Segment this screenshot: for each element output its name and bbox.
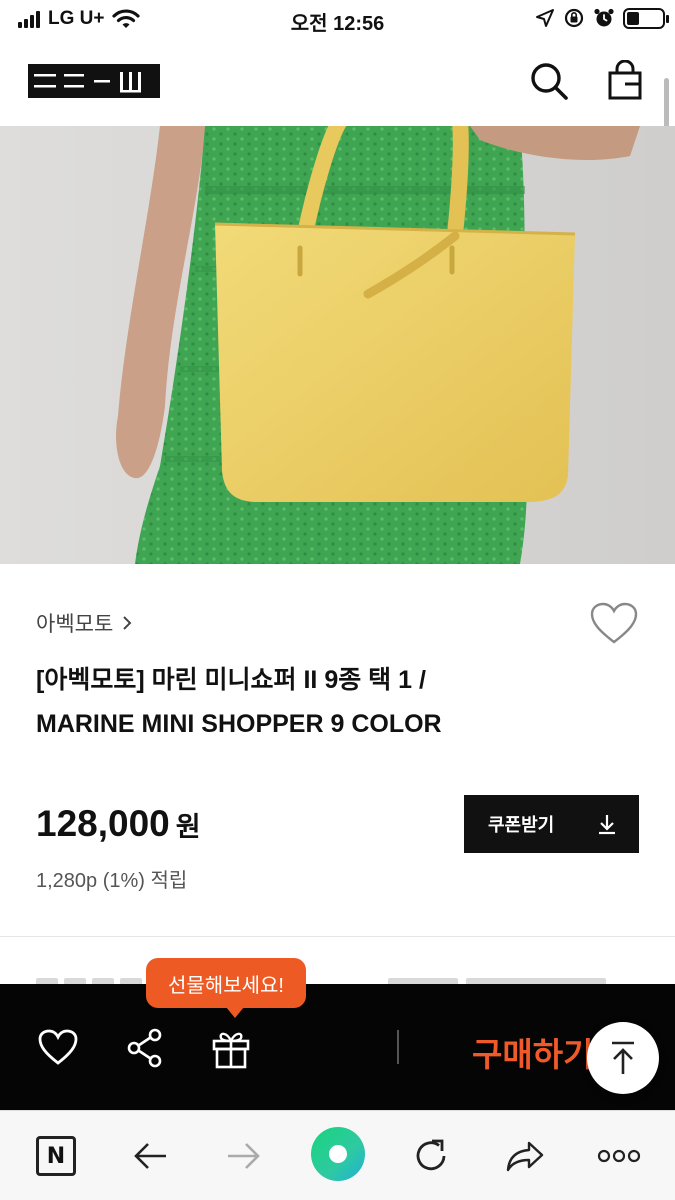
heart-icon[interactable]: [36, 1026, 80, 1070]
status-bar: LG U+ 오전 12:56: [0, 0, 675, 40]
status-right: [535, 7, 669, 29]
orientation-lock-icon: [564, 8, 584, 28]
product-title-line2: MARINE MINI SHOPPER 9 COLOR: [36, 710, 442, 738]
product-title: [아벡모토] 마린 미니쇼퍼 II 9종 택 1 / MARINE MINI S…: [36, 658, 596, 746]
gift-icon[interactable]: [209, 1026, 253, 1070]
site-logo[interactable]: [28, 64, 160, 98]
buy-button[interactable]: 구매하기: [472, 1028, 593, 1076]
product-title-line1: [아벡모토] 마린 미니쇼퍼 II 9종 택 1 /: [36, 666, 426, 694]
forward-arrow-icon: [228, 1143, 260, 1169]
location-arrow-icon: [536, 9, 554, 27]
reload-icon: [416, 1139, 446, 1171]
purchase-bar: 구매하기: [0, 984, 675, 1110]
arrow-up-icon: [612, 1041, 634, 1074]
back-button[interactable]: [127, 1133, 173, 1179]
product-image[interactable]: [0, 126, 675, 564]
reload-button[interactable]: [408, 1133, 454, 1179]
product-photo: [0, 126, 675, 564]
back-arrow-icon: [134, 1143, 166, 1169]
chevron-right-icon: [123, 616, 132, 630]
naver-n-button[interactable]: N: [33, 1133, 79, 1179]
scroll-to-top-button[interactable]: [587, 1022, 659, 1094]
brand-link[interactable]: 아벡모토: [36, 608, 133, 638]
alarm-icon: [594, 8, 614, 27]
site-header: [0, 40, 675, 126]
wishlist-heart-icon[interactable]: [588, 600, 640, 648]
naver-n-icon: N: [36, 1136, 76, 1176]
coupon-download-button[interactable]: 쿠폰받기: [464, 795, 639, 853]
reward-points: 1,280p (1%) 적립: [36, 870, 188, 892]
price-value: 128,000: [36, 803, 170, 844]
bar-separator: [397, 1030, 399, 1064]
brand-name: 아벡모토: [36, 613, 114, 636]
product-price: 128,000 원: [36, 803, 201, 845]
forward-button[interactable]: [221, 1133, 267, 1179]
share-arrow-icon: [506, 1141, 544, 1172]
share-page-button[interactable]: [502, 1133, 548, 1179]
green-home-icon[interactable]: [311, 1127, 365, 1181]
more-icon: [597, 1149, 641, 1163]
download-icon: [599, 815, 615, 835]
more-button[interactable]: [596, 1133, 642, 1179]
battery-icon: [623, 7, 669, 29]
section-divider: [0, 936, 675, 937]
share-icon[interactable]: [124, 1026, 168, 1070]
price-unit: 원: [175, 812, 201, 842]
shopping-bag-icon[interactable]: [604, 60, 646, 102]
gift-tooltip[interactable]: 선물해보세요!: [146, 958, 306, 1018]
coupon-label: 쿠폰받기: [488, 815, 555, 835]
search-icon[interactable]: [528, 60, 570, 102]
